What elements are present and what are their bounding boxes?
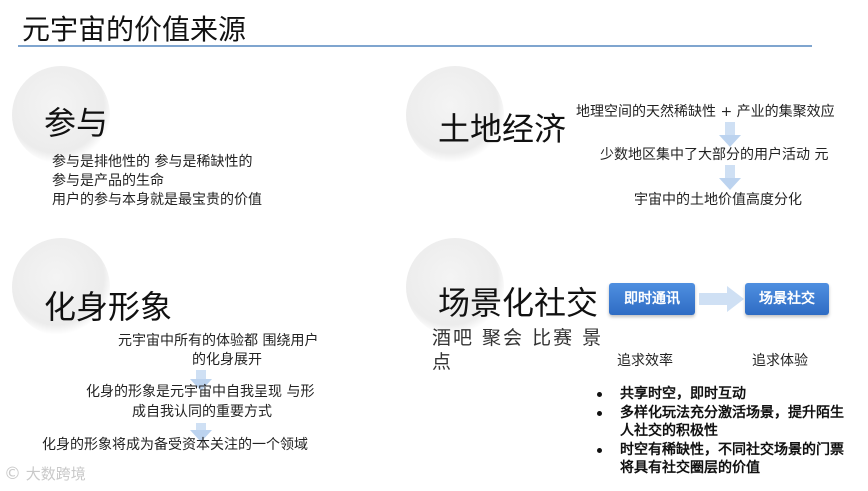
land-arrow-2	[719, 178, 741, 190]
flow-arrow-right-icon	[699, 286, 744, 312]
participation-line-2: 参与是产品的生命	[52, 173, 164, 189]
watermark-logo-text: 大数跨境	[25, 465, 86, 483]
watermark-logo: © 大数跨境	[4, 463, 86, 484]
participation-heading: 参与	[44, 104, 109, 142]
scene-list-line-1: 酒吧 聚会 比赛 景	[432, 327, 604, 349]
instant-messaging-box: 即时通讯	[609, 283, 695, 315]
avatar-p2-line-1: 化身的形象是元宇宙中自我呈现 与形	[86, 384, 315, 400]
avatar-p1-line-2: 的化身展开	[192, 352, 262, 368]
title-divider	[18, 45, 812, 47]
avatar-p3: 化身的形象将成为备受资本关注的一个领域	[42, 437, 308, 453]
social-scene-heading: 场景化社交	[438, 284, 599, 322]
land-step-1: 地理空间的天然稀缺性 + 产业的集聚效应	[576, 104, 835, 120]
land-step-3: 宇宙中的土地价值高度分化	[634, 192, 802, 208]
avatar-p2-line-2: 成自我认同的重要方式	[132, 404, 272, 420]
social-bullet-3: 时空有稀缺性，不同社交场景的门票将具有社交圈层的价值	[594, 441, 852, 477]
page-title: 元宇宙的价值来源	[22, 13, 247, 46]
land-step-2: 少数地区集中了大部分的用户活动 元	[600, 147, 829, 163]
participation-line-3: 用户的参与本身就是最宝贵的价值	[52, 192, 262, 208]
land-arrow-1-stem	[725, 122, 735, 136]
participation-line-1: 参与是排他性的 参与是稀缺性的	[52, 154, 253, 170]
scene-social-box: 场景社交	[745, 283, 829, 315]
social-bullet-1: 共享时空，即时互动	[594, 385, 852, 403]
land-arrow-2-stem	[725, 165, 735, 179]
scene-list-line-2: 点	[432, 351, 454, 373]
social-bullet-list: 共享时空，即时互动 多样化玩法充分激活场景，提升陌生人社交的积极性 时空有稀缺性…	[594, 385, 852, 478]
caption-efficiency: 追求效率	[617, 353, 673, 369]
social-bullet-2: 多样化玩法充分激活场景，提升陌生人社交的积极性	[594, 404, 852, 440]
avatar-p1-line-1: 元宇宙中所有的体验都 围绕用户	[118, 333, 319, 349]
avatar-heading: 化身形象	[44, 288, 173, 326]
watermark-logo-icon: ©	[4, 464, 21, 484]
caption-experience: 追求体验	[752, 353, 808, 369]
land-economy-heading: 土地经济	[438, 110, 567, 148]
